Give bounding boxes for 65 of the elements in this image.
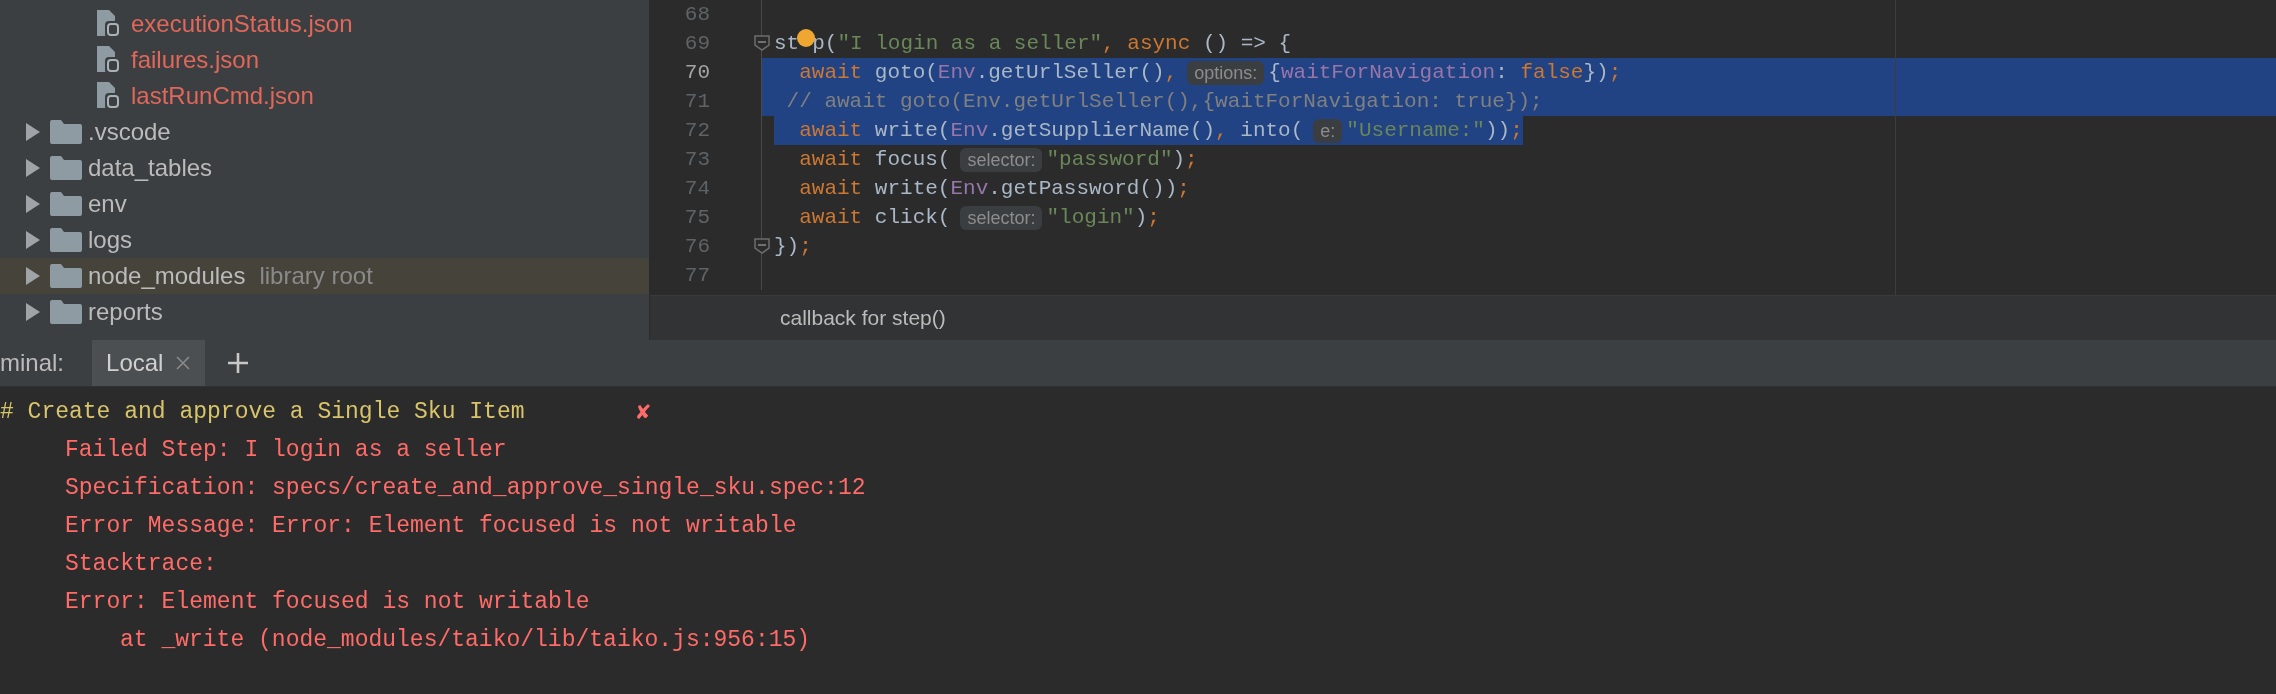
- code-text: // await goto(Env.getUrlSeller(),{waitForNavigation: true});: [785, 89, 1543, 115]
- scenario-heading: # Create and approve a Single Sku Item: [0, 399, 525, 425]
- code-text: await click(: [798, 205, 951, 231]
- error-output-line: Stacktrace:: [65, 551, 217, 577]
- folder-icon: [50, 228, 82, 252]
- folder-name[interactable]: logs: [88, 226, 133, 254]
- error-output-line: Failed Step: I login as a seller: [65, 437, 507, 463]
- code-text: {waitForNavigation: false});: [1268, 60, 1622, 86]
- collapsed-arrow-icon[interactable]: [24, 123, 40, 141]
- error-output-line: Specification: specs/create_and_approve_single_sku.spec:12: [65, 475, 866, 501]
- parameter-hint: e:: [1313, 118, 1343, 143]
- dot-icon[interactable]: [797, 28, 816, 47]
- code-text: await focus(: [798, 147, 951, 173]
- line-number: 74: [650, 174, 762, 203]
- fold-marker-icon[interactable]: [754, 35, 770, 51]
- code-text: await write(Env.getSupplierName(), into(: [798, 118, 1304, 144]
- collapsed-arrow-icon[interactable]: [24, 159, 40, 177]
- folder-icon: [50, 156, 82, 180]
- parameter-hint: options:: [1187, 60, 1265, 85]
- folder-name[interactable]: reports: [88, 298, 163, 326]
- folder-name[interactable]: .vscode: [88, 118, 171, 146]
- code-text: st: [774, 31, 800, 57]
- line-number: 68: [650, 0, 762, 29]
- line-number: 72: [650, 116, 762, 145]
- library-root-label: library root: [259, 262, 373, 290]
- failure-mark: ✘: [636, 399, 651, 426]
- parameter-hint: selector:: [960, 147, 1043, 172]
- json-file-icon: [97, 46, 121, 74]
- terminal-label: minal:: [0, 348, 66, 378]
- folder-icon: [50, 300, 82, 324]
- collapsed-arrow-icon[interactable]: [24, 231, 40, 249]
- parameter-hint: selector:: [960, 205, 1043, 230]
- code-text: });: [774, 234, 812, 260]
- file-name[interactable]: failures.json: [131, 46, 260, 74]
- code-text: await write(Env.getPassword());: [798, 176, 1190, 202]
- folder-name[interactable]: env: [88, 190, 127, 218]
- line-number: 75: [650, 203, 762, 232]
- terminal-tab[interactable]: Local: [92, 340, 206, 386]
- collapsed-arrow-icon[interactable]: [24, 303, 40, 321]
- file-name[interactable]: executionStatus.json: [131, 10, 353, 38]
- code-text: "Username:"));: [1346, 118, 1523, 144]
- error-output-line: at _write (node_modules/taiko/lib/taiko.js:956:15): [120, 627, 811, 653]
- collapsed-arrow-icon[interactable]: [24, 267, 40, 285]
- line-number: 73: [650, 145, 762, 174]
- folder-name[interactable]: data_tables: [88, 154, 213, 182]
- code-text: "password");: [1046, 147, 1198, 173]
- folder-icon: [50, 120, 82, 144]
- context-hint: callback for step(): [650, 295, 2276, 340]
- json-file-icon: [97, 82, 121, 110]
- fold-marker-icon[interactable]: [754, 238, 770, 254]
- file-name[interactable]: lastRunCmd.json: [131, 82, 314, 110]
- error-output-line: Error: Element focused is not writable: [65, 589, 590, 615]
- error-output-line: Error Message: Error: Element focused is not writable: [65, 513, 797, 539]
- add-icon[interactable]: [227, 352, 250, 374]
- folder-icon: [50, 264, 82, 288]
- code-text: p("I login as a seller", async () => {: [812, 31, 1292, 57]
- code-text: "login");: [1046, 205, 1160, 231]
- code-text: await goto(Env.getUrlSeller(),: [798, 60, 1178, 86]
- close-icon[interactable]: [175, 355, 192, 371]
- line-number: 77: [650, 261, 762, 290]
- folder-icon: [50, 192, 82, 216]
- json-file-icon: [97, 10, 121, 38]
- folder-name[interactable]: node_modules: [88, 262, 246, 290]
- collapsed-arrow-icon[interactable]: [24, 195, 40, 213]
- selected-row[interactable]: node_modules library root: [0, 258, 649, 294]
